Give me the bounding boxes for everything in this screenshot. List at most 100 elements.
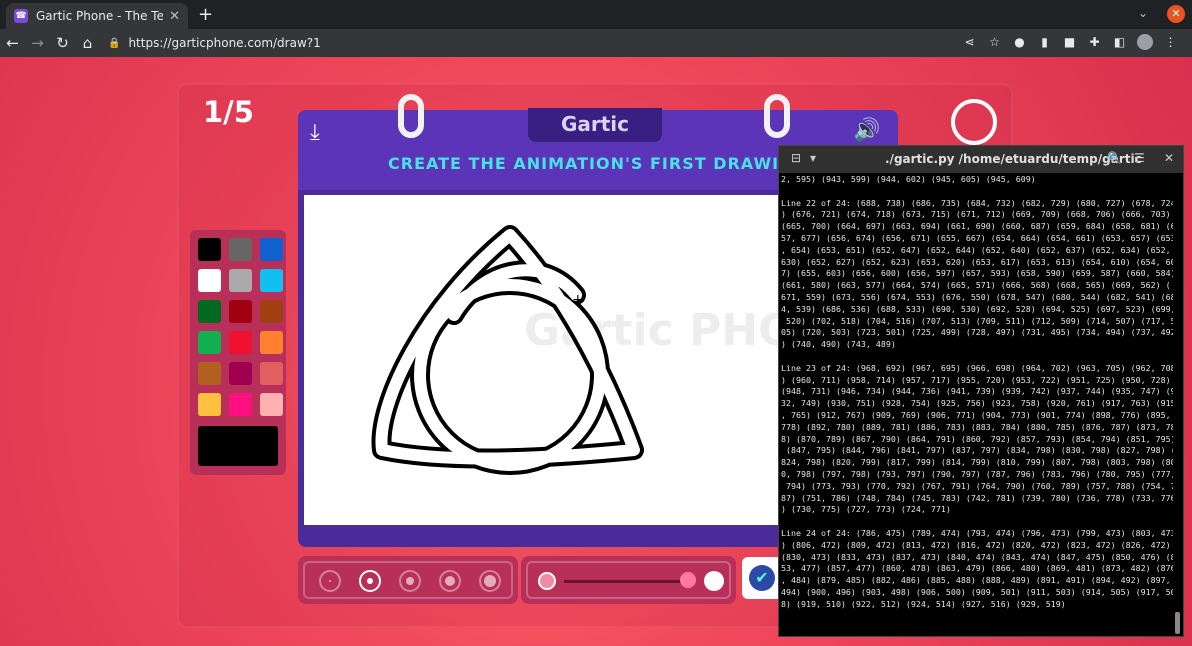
terminal-line: 8) (919, 510) (922, 512) (924, 514) (927… [781,598,1066,609]
address-bar[interactable]: 🔒 https://garticphone.com/draw?1 [108,33,1008,53]
sidepanel-icon[interactable]: ◧ [1112,35,1127,49]
terminal-line: ) (730, 775) (727, 773) (724, 771) [781,504,951,515]
crosshair-cursor-icon: + [572,292,584,308]
color-swatch[interactable] [229,269,252,292]
terminal-line: 87) (751, 786) (748, 784) (745, 783) (74… [781,492,1173,503]
color-swatch[interactable] [260,238,283,261]
terminal-line: 778) (892, 780) (889, 781) (886, 783) (8… [781,421,1173,432]
terminal-line: 05) (720, 503) (723, 501) (725, 499) (72… [781,327,1173,338]
color-swatch[interactable] [198,393,221,416]
gartic-favicon-icon: ☎ [14,9,28,23]
opacity-max-icon [704,571,724,591]
brush-size-1[interactable] [319,570,341,592]
opacity-slider-handle[interactable] [680,572,696,588]
tab-strip: ☎ Gartic Phone - The Telephone ✕ + ⌄ ✕ [0,0,1192,29]
brush-size-3[interactable] [399,570,421,592]
color-swatch[interactable] [229,393,252,416]
color-swatch[interactable] [229,331,252,354]
terminal-line: 32, 749) (930, 751) (928, 754) (925, 756… [781,398,1173,409]
terminal-line: (665, 700) (664, 697) (663, 694) (661, 6… [781,221,1173,232]
color-swatch[interactable] [198,362,221,385]
terminal-line: 7) (655, 603) (656, 600) (656, 597) (657… [781,268,1173,279]
color-swatch[interactable] [198,331,221,354]
opacity-min-icon [538,572,556,590]
color-swatch[interactable] [260,362,283,385]
sound-icon[interactable]: 🔊 [853,118,880,143]
brush-size-4[interactable] [439,570,461,592]
terminal-line: 8) (870, 789) (867, 790) (864, 791) (860… [781,433,1173,444]
terminal-line: 494) (900, 496) (903, 498) (906, 500) (9… [781,586,1173,597]
terminal-line: ) (960, 711) (958, 714) (957, 717) (955,… [781,374,1173,385]
terminal-window: ⊟ ▾ ./gartic.py /home/etuardu/temp/garti… [778,145,1184,637]
terminal-line: 520) (702, 518) (704, 516) (707, 513) (7… [781,315,1173,326]
extension-icon[interactable]: ● [1012,35,1027,49]
color-swatch[interactable] [229,300,252,323]
window-close-icon[interactable]: ✕ [1167,5,1185,23]
url-text: https://garticphone.com/draw?1 [128,36,321,50]
color-swatch[interactable] [260,393,283,416]
selected-color [198,426,278,466]
terminal-line: Line 22 of 24: (688, 738) (686, 735) (68… [781,197,1173,208]
menu-icon[interactable]: ⋮ [1163,35,1178,49]
terminal-line: 53, 477) (857, 477) (860, 478) (863, 479… [781,563,1173,574]
terminal-line: ) (806, 472) (809, 472) (813, 472) (816,… [781,539,1173,550]
screen: ☎ Gartic Phone - The Telephone ✕ + ⌄ ✕ ←… [0,0,1192,646]
color-swatch[interactable] [198,238,221,261]
brush-size-5[interactable] [479,570,501,592]
color-swatch[interactable] [260,300,283,323]
terminal-line: 57, 677) (656, 674) (656, 671) (655, 667… [781,232,1173,243]
reload-icon[interactable]: ↻ [50,34,75,52]
share-icon[interactable]: ⋖ [962,35,977,49]
brush-size-2[interactable] [359,570,381,592]
terminal-title: ./gartic.py /home/etuardu/temp/gartic [885,152,1142,166]
close-tab-icon[interactable]: ✕ [169,9,180,24]
terminal-output[interactable]: 2, 595) (943, 599) (944, 602) (945, 605)… [781,174,1173,636]
back-icon[interactable]: ← [0,34,25,52]
terminal-line: ) (676, 721) (674, 718) (673, 715) (671,… [781,209,1173,220]
opacity-bar [521,556,736,604]
search-icon[interactable]: 🔍 [1107,151,1122,165]
terminal-line: ) (740, 490) (743, 489) [781,339,896,350]
done-button[interactable]: ✔ [742,557,782,599]
close-icon[interactable]: ✕ [1164,151,1174,165]
terminal-line: (948, 731) (946, 734) (944, 736) (941, 7… [781,386,1173,397]
forward-icon[interactable]: → [25,34,50,52]
binder-ring-icon [398,94,424,138]
hamburger-menu-icon[interactable]: ☰ [1134,151,1145,165]
opacity-slider[interactable] [564,580,692,583]
home-icon[interactable]: ⌂ [75,34,100,52]
terminal-line: , 654) (653, 651) (652, 647) (652, 644) … [781,244,1173,255]
browser-tab[interactable]: ☎ Gartic Phone - The Telephone ✕ [6,3,188,29]
terminal-line: , 765) (912, 767) (909, 769) (906, 771) … [781,409,1173,420]
terminal-tab-icon[interactable]: ⊟ [791,151,801,165]
terminal-scrollbar[interactable] [1175,612,1180,634]
knot-inner [375,229,640,471]
terminal-line: (830, 473) (833, 473) (837, 473) (840, 4… [781,551,1173,562]
color-swatch[interactable] [229,238,252,261]
chevron-down-icon[interactable]: ⌄ [1138,6,1148,20]
terminal-line: (847, 795) (844, 796) (841, 797) (837, 7… [781,445,1173,456]
extension-icon[interactable]: ▮ [1037,35,1052,49]
binder-ring-icon [764,94,790,138]
avatar[interactable] [1137,34,1153,50]
color-swatch[interactable] [198,269,221,292]
bookmark-star-icon[interactable]: ☆ [987,35,1002,49]
new-tab-icon[interactable]: + [198,4,213,25]
terminal-titlebar: ⊟ ▾ ./gartic.py /home/etuardu/temp/garti… [779,146,1183,173]
tab-title: Gartic Phone - The Telephone [36,9,164,23]
checkmark-icon: ✔ [749,565,775,591]
color-swatch[interactable] [260,331,283,354]
extension-icon[interactable]: ■ [1062,35,1077,49]
terminal-line: Line 23 of 24: (968, 692) (967, 695) (96… [781,362,1173,373]
color-swatch[interactable] [229,362,252,385]
terminal-line: 794) (773, 793) (770, 792) (767, 791) (7… [781,480,1173,491]
puzzle-icon[interactable]: ✚ [1087,35,1102,49]
color-palette [190,230,286,475]
chevron-down-icon[interactable]: ▾ [810,151,816,165]
browser-toolbar: ← → ↻ ⌂ 🔒 https://garticphone.com/draw?1… [0,29,1192,57]
color-swatch[interactable] [260,269,283,292]
download-icon[interactable]: ⤓ [310,120,320,145]
color-swatch[interactable] [198,300,221,323]
